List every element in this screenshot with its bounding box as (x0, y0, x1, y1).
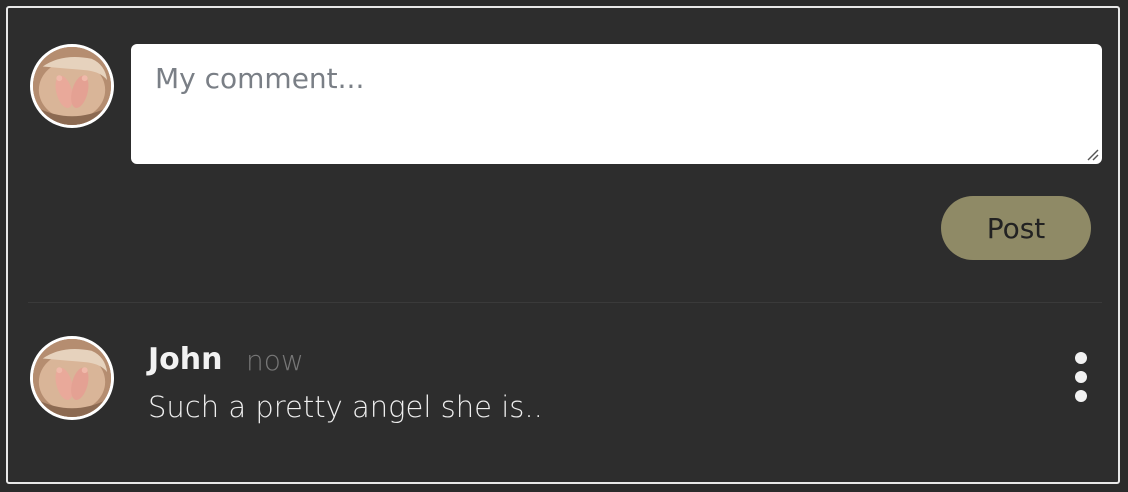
comment-author-avatar (30, 336, 114, 420)
menu-dot (1075, 371, 1087, 383)
comment-text: Such a pretty angel she is.. (148, 390, 543, 424)
menu-dot (1075, 352, 1087, 364)
comment-input[interactable] (131, 44, 1102, 164)
divider (28, 302, 1102, 303)
more-vertical-icon[interactable] (1066, 352, 1096, 402)
comment-input-container (131, 44, 1102, 164)
comments-panel: Post John now Such a pretty angel she is… (6, 6, 1120, 484)
resize-grip-icon[interactable] (1084, 146, 1100, 162)
comment-author: John (148, 342, 223, 377)
baby-feet-avatar-icon (33, 339, 111, 417)
post-button[interactable]: Post (941, 196, 1091, 260)
menu-dot (1075, 390, 1087, 402)
baby-feet-avatar-icon (33, 47, 111, 125)
comment-timestamp: now (246, 344, 304, 377)
current-user-avatar (30, 44, 114, 128)
